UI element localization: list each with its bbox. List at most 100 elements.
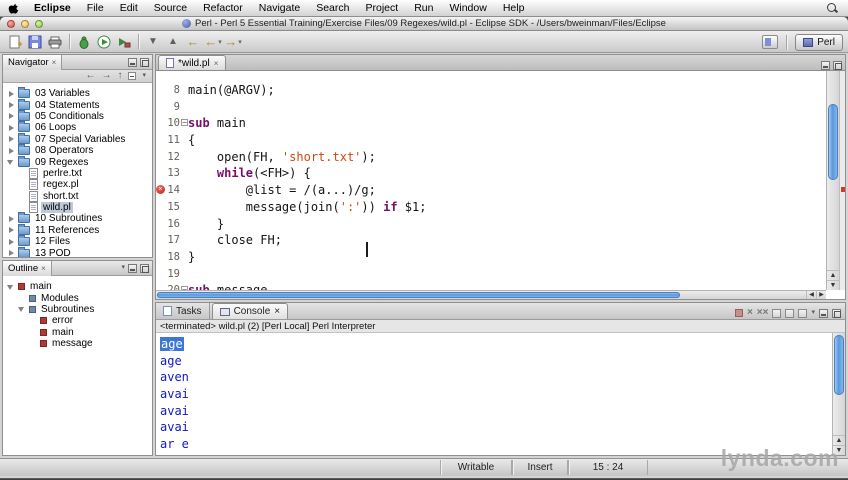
code-text[interactable]: main(@ARGV); [188, 82, 275, 99]
code-text[interactable]: } [188, 249, 195, 266]
remove-launch-icon[interactable]: × [747, 307, 753, 319]
tree-item-message[interactable]: message [3, 338, 152, 349]
view-menu-icon[interactable]: ▾ [811, 307, 815, 319]
editor-horizontal-scrollbar[interactable]: ◀ ▶ [156, 290, 826, 299]
tree-folder-07-special-variables[interactable]: 07 Special Variables [3, 132, 152, 145]
run-button[interactable] [94, 32, 114, 51]
last-edit-location-button[interactable]: ← [183, 32, 203, 51]
menu-search[interactable]: Search [308, 0, 357, 17]
overview-error-marker[interactable] [841, 187, 845, 192]
nav-back-icon[interactable]: ← [85, 70, 95, 82]
editor-vertical-scrollbar[interactable]: ▲ ▼ [826, 71, 839, 290]
close-icon[interactable]: × [41, 264, 46, 273]
menu-navigate[interactable]: Navigate [251, 0, 308, 17]
maximize-view-icon[interactable] [833, 61, 842, 70]
tree-folder-subroutines[interactable]: Subroutines [3, 304, 152, 315]
menu-run[interactable]: Run [406, 0, 441, 17]
tree-folder-11-references[interactable]: 11 References [3, 223, 152, 236]
menu-project[interactable]: Project [358, 0, 407, 17]
perl-perspective-button[interactable]: Perl [795, 33, 843, 51]
code-text[interactable]: close FH; [188, 232, 282, 249]
open-perspective-button[interactable] [762, 35, 779, 49]
spotlight-icon[interactable] [826, 2, 838, 14]
disclosure-triangle-icon[interactable] [7, 249, 15, 257]
tree-folder-06-loops[interactable]: 06 Loops [3, 121, 152, 133]
scroll-up-icon[interactable]: ▲ [827, 270, 839, 280]
close-icon[interactable]: × [52, 58, 57, 67]
code-text[interactable]: { [188, 132, 195, 149]
tree-item-error[interactable]: error [3, 315, 152, 326]
code-text[interactable]: while(<FH>) { [188, 165, 311, 182]
debug-button[interactable] [74, 32, 94, 51]
disclosure-triangle-icon[interactable] [7, 215, 15, 223]
clear-console-icon[interactable] [772, 308, 782, 318]
console-output[interactable]: age age aven avai avai avai ar e [156, 333, 831, 455]
disclosure-triangle-icon[interactable] [7, 283, 15, 291]
overview-ruler[interactable] [839, 71, 845, 290]
print-button[interactable] [45, 32, 65, 51]
view-menu-icon[interactable]: ▾ [142, 70, 146, 82]
close-window-button[interactable] [7, 20, 15, 28]
new-wizard-button[interactable] [5, 32, 25, 51]
code-text[interactable]: sub main [188, 115, 246, 132]
tree-item-regex-pl[interactable]: regex.pl [3, 179, 152, 191]
apple-menu[interactable] [0, 2, 26, 15]
disclosure-triangle-icon[interactable] [7, 90, 15, 98]
disclosure-triangle-icon[interactable] [7, 112, 15, 120]
disclosure-triangle-icon[interactable] [7, 101, 15, 109]
tree-item-short-txt[interactable]: short.txt [3, 190, 152, 202]
tree-item-perlre-txt[interactable]: perlre.txt [3, 167, 152, 179]
tree-folder-12-files[interactable]: 12 Files [3, 235, 152, 247]
tree-item-wild-pl[interactable]: wild.pl [3, 202, 152, 214]
forward-button[interactable]: → ▾ [223, 32, 243, 51]
menu-refactor[interactable]: Refactor [195, 0, 251, 17]
menu-edit[interactable]: Edit [112, 0, 146, 17]
scrollbar-thumb[interactable] [834, 335, 844, 395]
tree-folder-08-operators[interactable]: 08 Operators [3, 144, 152, 156]
menu-source[interactable]: Source [146, 0, 195, 17]
minimize-view-icon[interactable] [128, 263, 137, 273]
view-menu-icon[interactable]: ▾ [121, 262, 125, 274]
back-button[interactable]: ← ▾ [203, 32, 223, 51]
menu-file[interactable]: File [79, 0, 112, 17]
nav-forward-icon[interactable]: → [101, 70, 111, 82]
maximize-view-icon[interactable] [140, 263, 149, 273]
tasks-tab[interactable]: Tasks [156, 303, 210, 319]
tree-folder-05-conditionals[interactable]: 05 Conditionals [3, 109, 152, 122]
window-titlebar[interactable]: Perl - Perl 5 Essential Training/Exercis… [0, 17, 848, 31]
terminate-icon[interactable] [734, 309, 743, 317]
code-text[interactable]: sub message [188, 282, 267, 290]
maximize-view-icon[interactable] [832, 308, 841, 318]
tree-folder-main[interactable]: main [3, 281, 152, 292]
fold-collapse-icon[interactable]: − [181, 119, 188, 127]
tree-folder-10-subroutines[interactable]: 10 Subroutines [3, 212, 152, 224]
disclosure-triangle-icon[interactable] [7, 158, 15, 166]
scroll-lock-icon[interactable] [785, 308, 795, 318]
minimize-view-icon[interactable] [819, 308, 828, 318]
scroll-left-icon[interactable]: ◀ [806, 291, 816, 299]
menu-window[interactable]: Window [441, 0, 494, 17]
close-icon[interactable]: × [214, 59, 219, 68]
nav-up-icon[interactable]: ↑ [117, 70, 122, 82]
remove-all-launches-icon[interactable]: ×× [757, 307, 769, 319]
scrollbar-thumb[interactable] [828, 104, 838, 180]
disclosure-triangle-icon[interactable] [7, 124, 15, 132]
scroll-up-icon[interactable]: ▲ [833, 435, 845, 445]
minimize-view-icon[interactable] [821, 61, 830, 70]
menu-help[interactable]: Help [495, 0, 533, 17]
maximize-view-icon[interactable] [140, 57, 149, 67]
save-button[interactable] [25, 32, 45, 51]
disclosure-triangle-icon[interactable] [7, 135, 15, 143]
disclosure-triangle-icon[interactable] [18, 305, 26, 313]
disclosure-triangle-icon[interactable] [7, 226, 15, 234]
editor-tab-wildpl[interactable]: *wild.pl × [158, 55, 227, 70]
tree-item-main[interactable]: main [3, 327, 152, 338]
scrollbar-thumb[interactable] [157, 292, 680, 298]
tree-item-modules[interactable]: Modules [3, 292, 152, 304]
error-marker-icon[interactable]: × [156, 185, 165, 195]
code-lines[interactable]: 8 main(@ARGV); 9 10− sub main 11{12 open(FH, … [156, 71, 826, 290]
pin-console-icon[interactable] [798, 308, 808, 318]
scroll-right-icon[interactable]: ▶ [816, 291, 826, 299]
collapse-all-icon[interactable] [128, 72, 137, 80]
tree-folder-04-statements[interactable]: 04 Statements [3, 98, 152, 111]
